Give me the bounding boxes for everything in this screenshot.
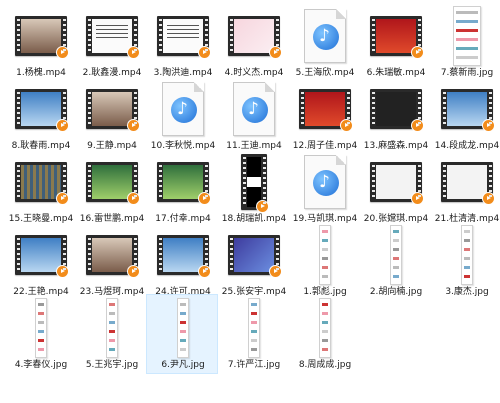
play-badge-icon — [340, 119, 353, 132]
file-item[interactable]: 3.康杰.jpg — [430, 221, 500, 301]
file-item[interactable]: 25.张安宇.mp4 — [217, 221, 289, 301]
play-badge-icon — [56, 192, 69, 205]
file-item[interactable]: 6.朱瑞敏.mp4 — [359, 2, 431, 82]
play-badge-icon — [411, 46, 424, 59]
play-badge-icon — [482, 192, 495, 205]
file-item[interactable]: 11.王迪.mp4 — [217, 75, 289, 155]
play-badge-icon — [127, 192, 140, 205]
file-item[interactable]: 13.麻盛森.mp4 — [359, 75, 431, 155]
play-badge-icon — [411, 192, 424, 205]
file-item[interactable]: 20.张嫦琪.mp4 — [359, 148, 431, 228]
file-name-label: 8.周成成.jpg — [298, 360, 352, 370]
file-item[interactable]: 18.胡瑞凯.mp4 — [217, 148, 289, 228]
file-item[interactable]: 14.段成龙.mp4 — [430, 75, 500, 155]
play-badge-icon — [269, 46, 282, 59]
play-badge-icon — [269, 265, 282, 278]
video-thumbnail-icon — [366, 151, 426, 213]
file-item[interactable]: 5.王海欣.mp4 — [288, 2, 360, 82]
play-badge-icon — [198, 46, 211, 59]
media-file-icon — [224, 78, 284, 140]
video-thumbnail-icon — [82, 151, 142, 213]
image-thumbnail-icon — [437, 224, 497, 286]
image-thumbnail-icon — [295, 297, 355, 359]
file-item[interactable]: 12.周子佳.mp4 — [288, 75, 360, 155]
file-item[interactable]: 8.周成成.jpg — [288, 294, 360, 374]
file-grid: 1.杨槐.mp42.耿鑫漫.mp43.陶洪迪.mp44.时义杰.mp45.王海欣… — [0, 0, 500, 403]
play-badge-icon — [56, 265, 69, 278]
play-badge-icon — [56, 119, 69, 132]
media-file-icon — [153, 78, 213, 140]
media-file-icon — [295, 5, 355, 67]
file-item[interactable]: 10.李秋悦.mp4 — [146, 75, 218, 155]
video-thumbnail-icon — [11, 151, 71, 213]
file-item[interactable]: 15.王晓曼.mp4 — [4, 148, 76, 228]
file-item[interactable]: 7.蔡新雨.jpg — [430, 2, 500, 82]
file-item[interactable]: 17.付幸.mp4 — [146, 148, 218, 228]
play-badge-icon — [256, 200, 269, 213]
image-thumbnail-icon — [224, 297, 284, 359]
play-badge-icon — [411, 119, 424, 132]
play-badge-icon — [56, 46, 69, 59]
video-thumbnail-icon — [437, 78, 497, 140]
video-thumbnail-icon — [11, 5, 71, 67]
file-item[interactable]: 22.王艳.mp4 — [4, 221, 76, 301]
file-item[interactable]: 1.郭彪.jpg — [288, 221, 360, 301]
file-item[interactable]: 2.耿鑫漫.mp4 — [75, 2, 147, 82]
image-thumbnail-icon — [153, 297, 213, 359]
video-thumbnail-icon — [153, 151, 213, 213]
file-item[interactable]: 4.时义杰.mp4 — [217, 2, 289, 82]
file-item[interactable]: 2.胡向楠.jpg — [359, 221, 431, 301]
video-thumbnail-icon — [153, 5, 213, 67]
video-thumbnail-icon — [11, 78, 71, 140]
file-item[interactable]: 3.陶洪迪.mp4 — [146, 2, 218, 82]
video-thumbnail-icon — [366, 5, 426, 67]
video-thumbnail-icon — [82, 5, 142, 67]
video-thumbnail-icon — [295, 78, 355, 140]
video-thumbnail-icon — [224, 224, 284, 286]
video-thumbnail-icon — [366, 78, 426, 140]
video-thumbnail-icon — [82, 224, 142, 286]
image-thumbnail-icon — [82, 297, 142, 359]
play-badge-icon — [127, 46, 140, 59]
file-item[interactable]: 21.杜清清.mp4 — [430, 148, 500, 228]
video-thumbnail-icon — [153, 224, 213, 286]
play-badge-icon — [127, 265, 140, 278]
play-badge-icon — [127, 119, 140, 132]
file-item[interactable]: 19.马凯琪.mp4 — [288, 148, 360, 228]
play-badge-icon — [198, 192, 211, 205]
file-item[interactable]: 5.王兆宇.jpg — [75, 294, 147, 374]
image-thumbnail-icon — [11, 297, 71, 359]
file-item[interactable]: 6.尹凡.jpg — [146, 294, 218, 374]
file-item[interactable]: 7.许严江.jpg — [217, 294, 289, 374]
video-thumbnail-icon — [224, 151, 284, 213]
file-item[interactable]: 24.许可.mp4 — [146, 221, 218, 301]
play-badge-icon — [482, 119, 495, 132]
file-item[interactable]: 8.耿春雨.mp4 — [4, 75, 76, 155]
image-thumbnail-icon — [437, 5, 497, 67]
video-thumbnail-icon — [11, 224, 71, 286]
file-item[interactable]: 4.李春仪.jpg — [4, 294, 76, 374]
file-item[interactable]: 16.雷世鹏.mp4 — [75, 148, 147, 228]
video-thumbnail-icon — [437, 151, 497, 213]
video-thumbnail-icon — [82, 78, 142, 140]
file-item[interactable]: 9.王静.mp4 — [75, 75, 147, 155]
play-badge-icon — [198, 265, 211, 278]
video-thumbnail-icon — [224, 5, 284, 67]
image-thumbnail-icon — [295, 224, 355, 286]
file-item[interactable]: 1.杨槐.mp4 — [4, 2, 76, 82]
file-item[interactable]: 23.马煜珂.mp4 — [75, 221, 147, 301]
image-thumbnail-icon — [366, 224, 426, 286]
media-file-icon — [295, 151, 355, 213]
file-name-label: 3.康杰.jpg — [445, 287, 489, 297]
